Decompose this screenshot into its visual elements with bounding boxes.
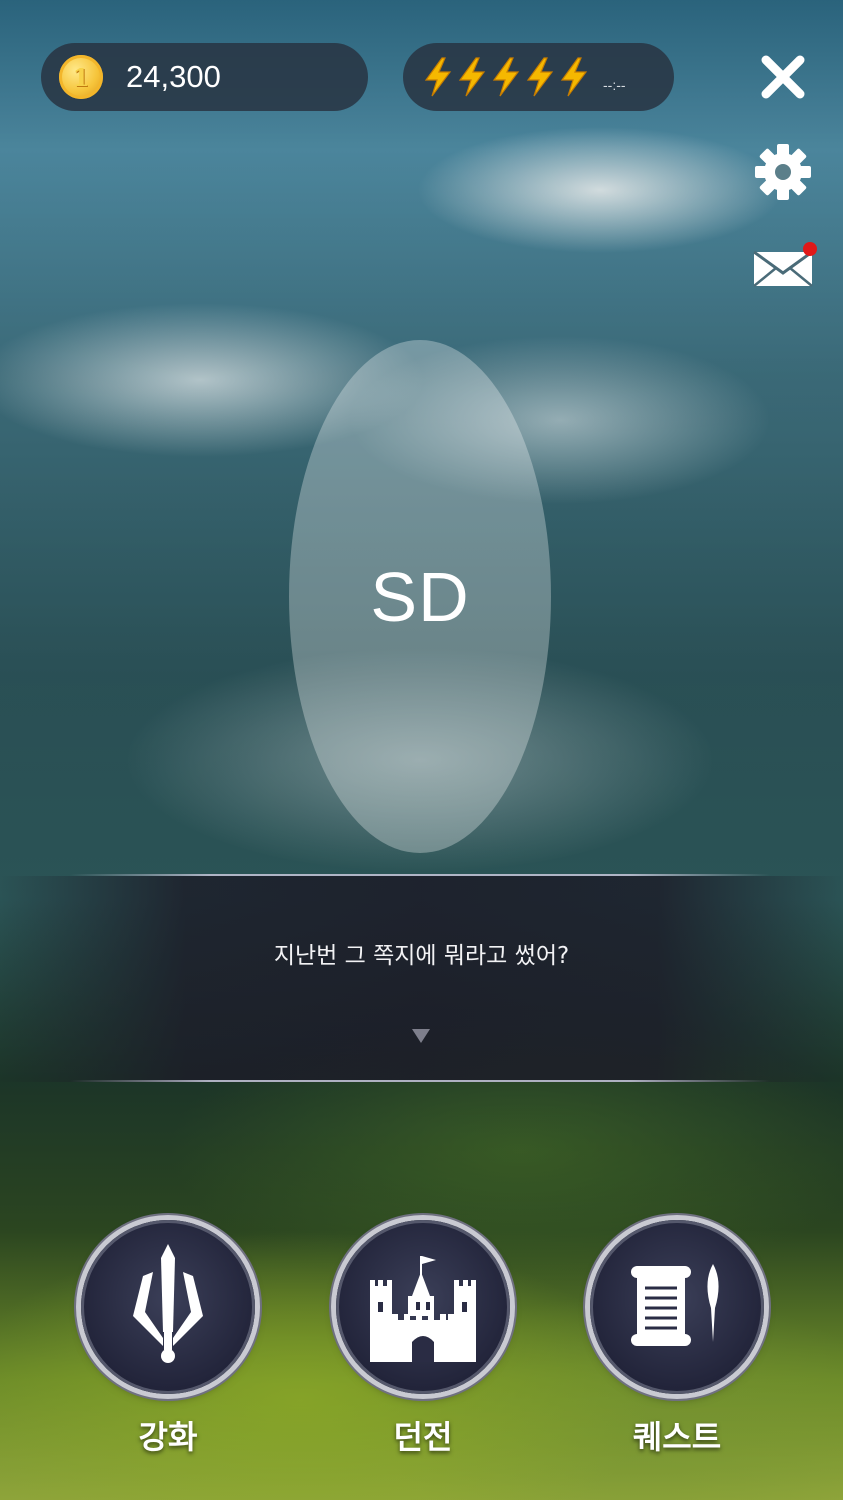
lightning-bolt-icon xyxy=(526,57,554,97)
coin-icon: 1 xyxy=(59,55,103,99)
dialog-bottom-border xyxy=(70,1080,770,1082)
energy-bolts xyxy=(421,57,591,97)
gear-icon xyxy=(755,144,811,200)
close-icon xyxy=(761,55,805,99)
gold-counter: 1 24,300 xyxy=(41,43,368,111)
sword-icon xyxy=(133,1244,203,1363)
dialog-text: 지난번 그 쪽지에 뭐라고 썼어? xyxy=(273,943,570,969)
dialog-box[interactable]: 지난번 그 쪽지에 뭐라고 썼어? xyxy=(0,876,843,1082)
notification-badge xyxy=(803,242,817,256)
energy-counter: --:-- xyxy=(403,43,674,111)
continue-arrow-icon xyxy=(412,1029,430,1043)
gold-amount: 24,300 xyxy=(126,59,221,94)
quest-label: 퀘스트 xyxy=(632,1418,722,1456)
dungeon-label: 던전 xyxy=(393,1418,453,1456)
energy-timer: --:-- xyxy=(603,77,626,93)
dungeon-button[interactable] xyxy=(336,1220,510,1394)
portrait-label: SD xyxy=(370,557,470,636)
character-portrait[interactable]: SD xyxy=(289,340,551,853)
castle-icon xyxy=(370,1256,476,1362)
lightning-bolt-icon xyxy=(424,57,452,97)
lightning-bolt-icon xyxy=(560,57,588,97)
lightning-bolt-icon xyxy=(492,57,520,97)
mail-button[interactable] xyxy=(751,236,817,300)
upgrade-label: 강화 xyxy=(138,1418,198,1456)
close-button[interactable] xyxy=(751,45,815,109)
scroll-icon xyxy=(631,1264,719,1346)
lightning-bolt-icon xyxy=(458,57,486,97)
upgrade-button[interactable] xyxy=(81,1220,255,1394)
quest-button[interactable] xyxy=(590,1220,764,1394)
settings-button[interactable] xyxy=(751,140,815,204)
